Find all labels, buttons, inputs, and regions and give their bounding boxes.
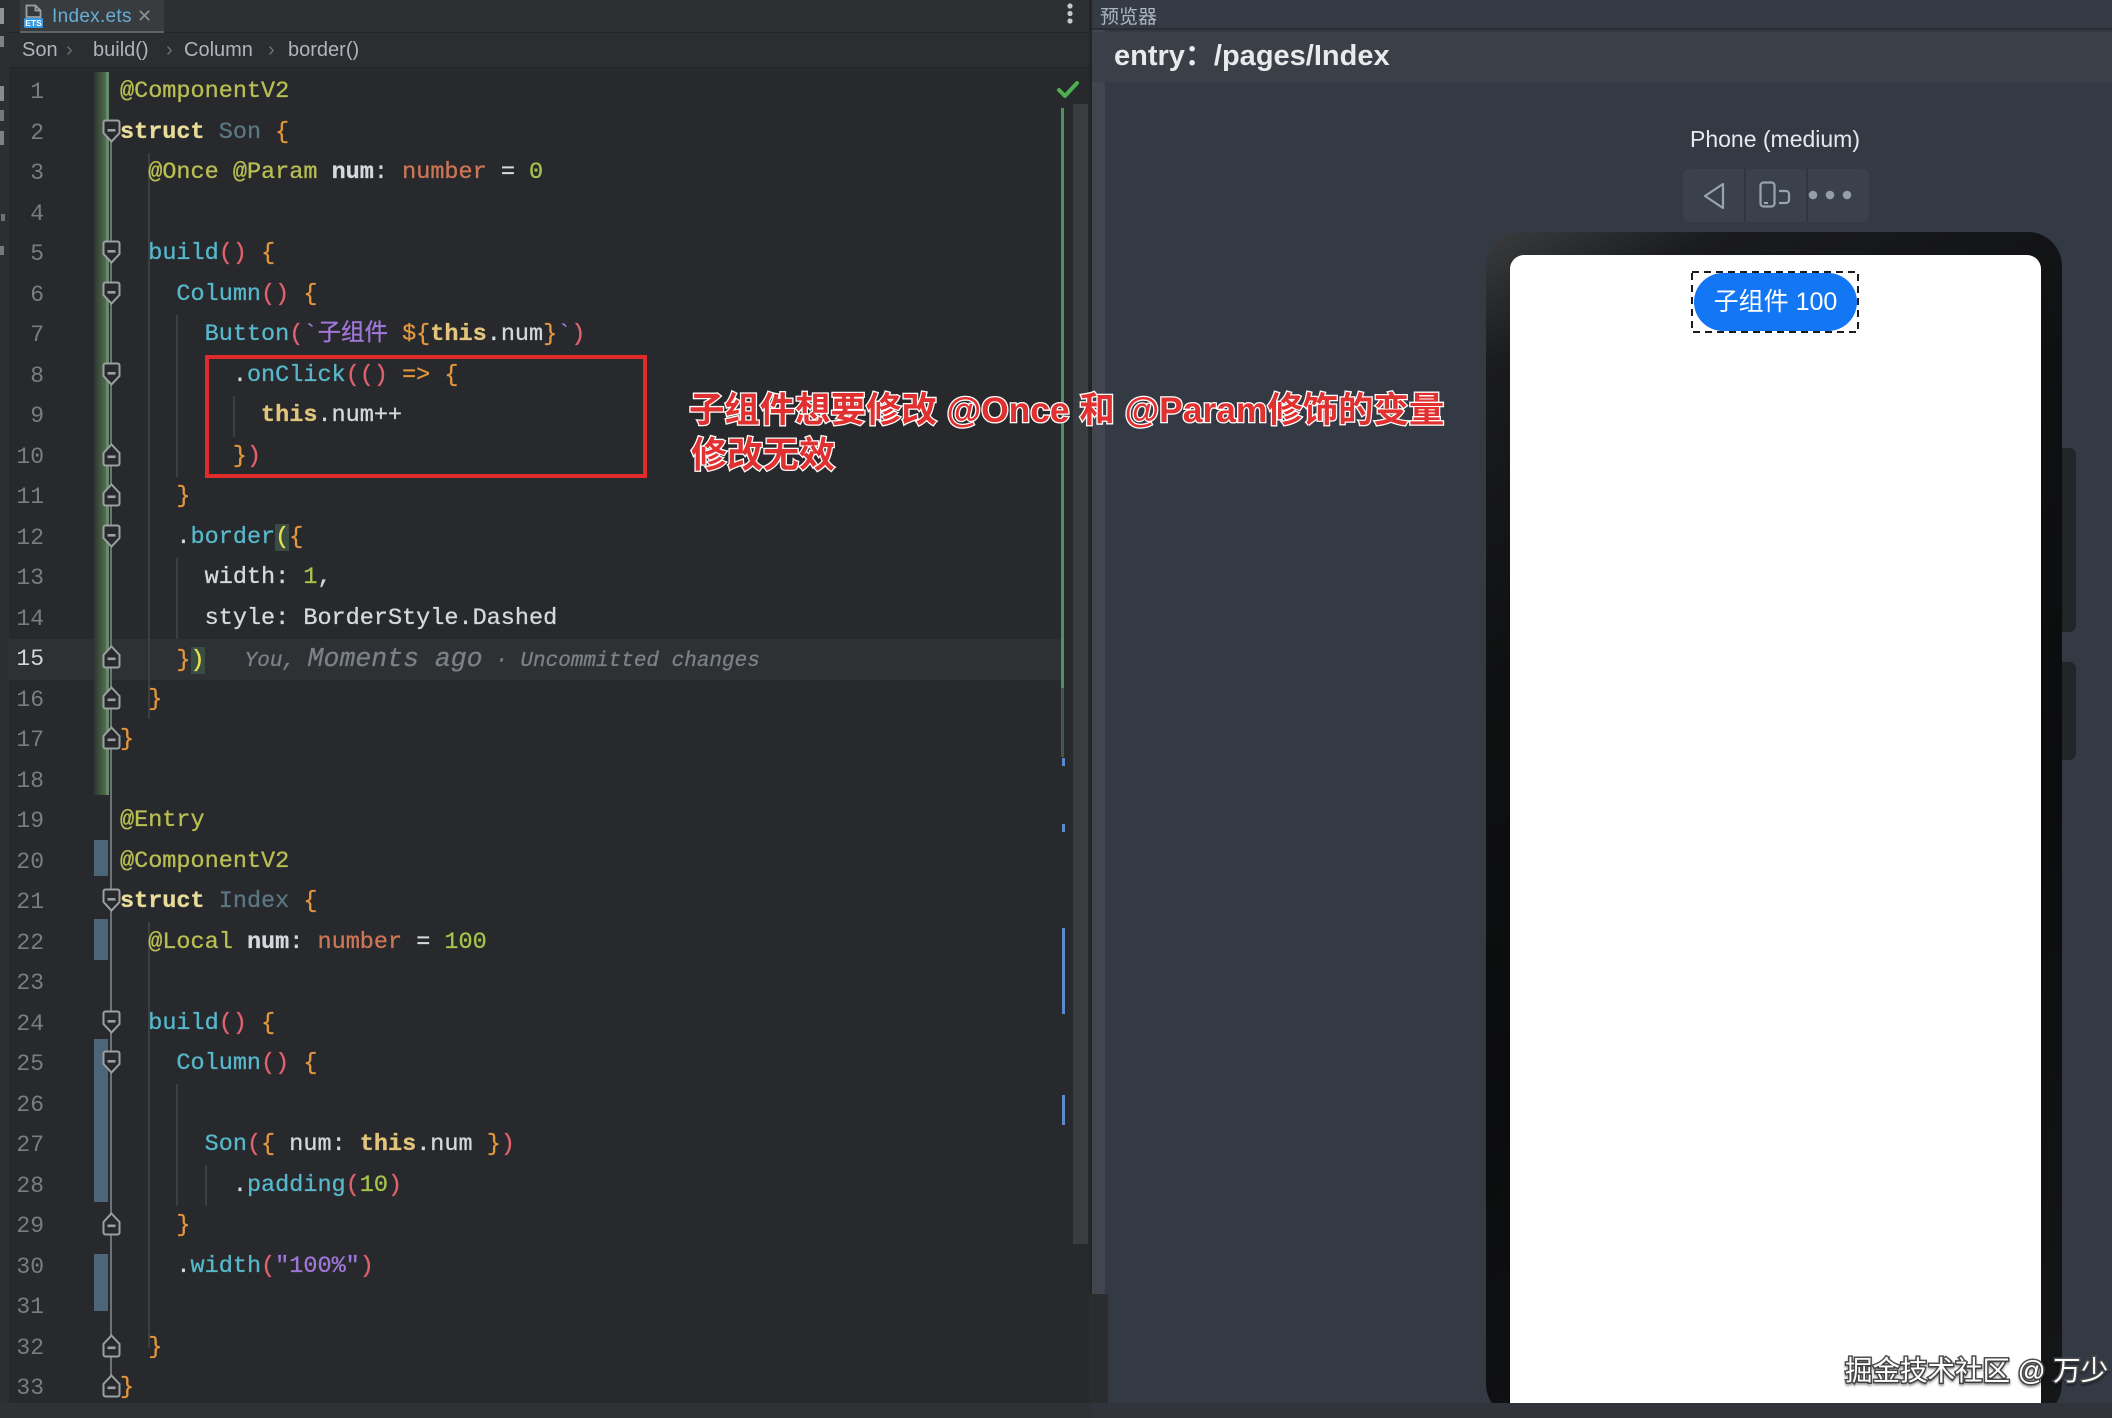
svg-text:ETS: ETS bbox=[25, 18, 42, 28]
svg-text:掘金技术社区 @ 万少: 掘金技术社区 @ 万少 bbox=[1845, 1355, 2108, 1386]
svg-text:子组件想要修改 @Once 和 @Param修饰的变量: 子组件想要修改 @Once 和 @Param修饰的变量 bbox=[689, 390, 1444, 430]
svg-text:修改无效: 修改无效 bbox=[691, 434, 835, 475]
